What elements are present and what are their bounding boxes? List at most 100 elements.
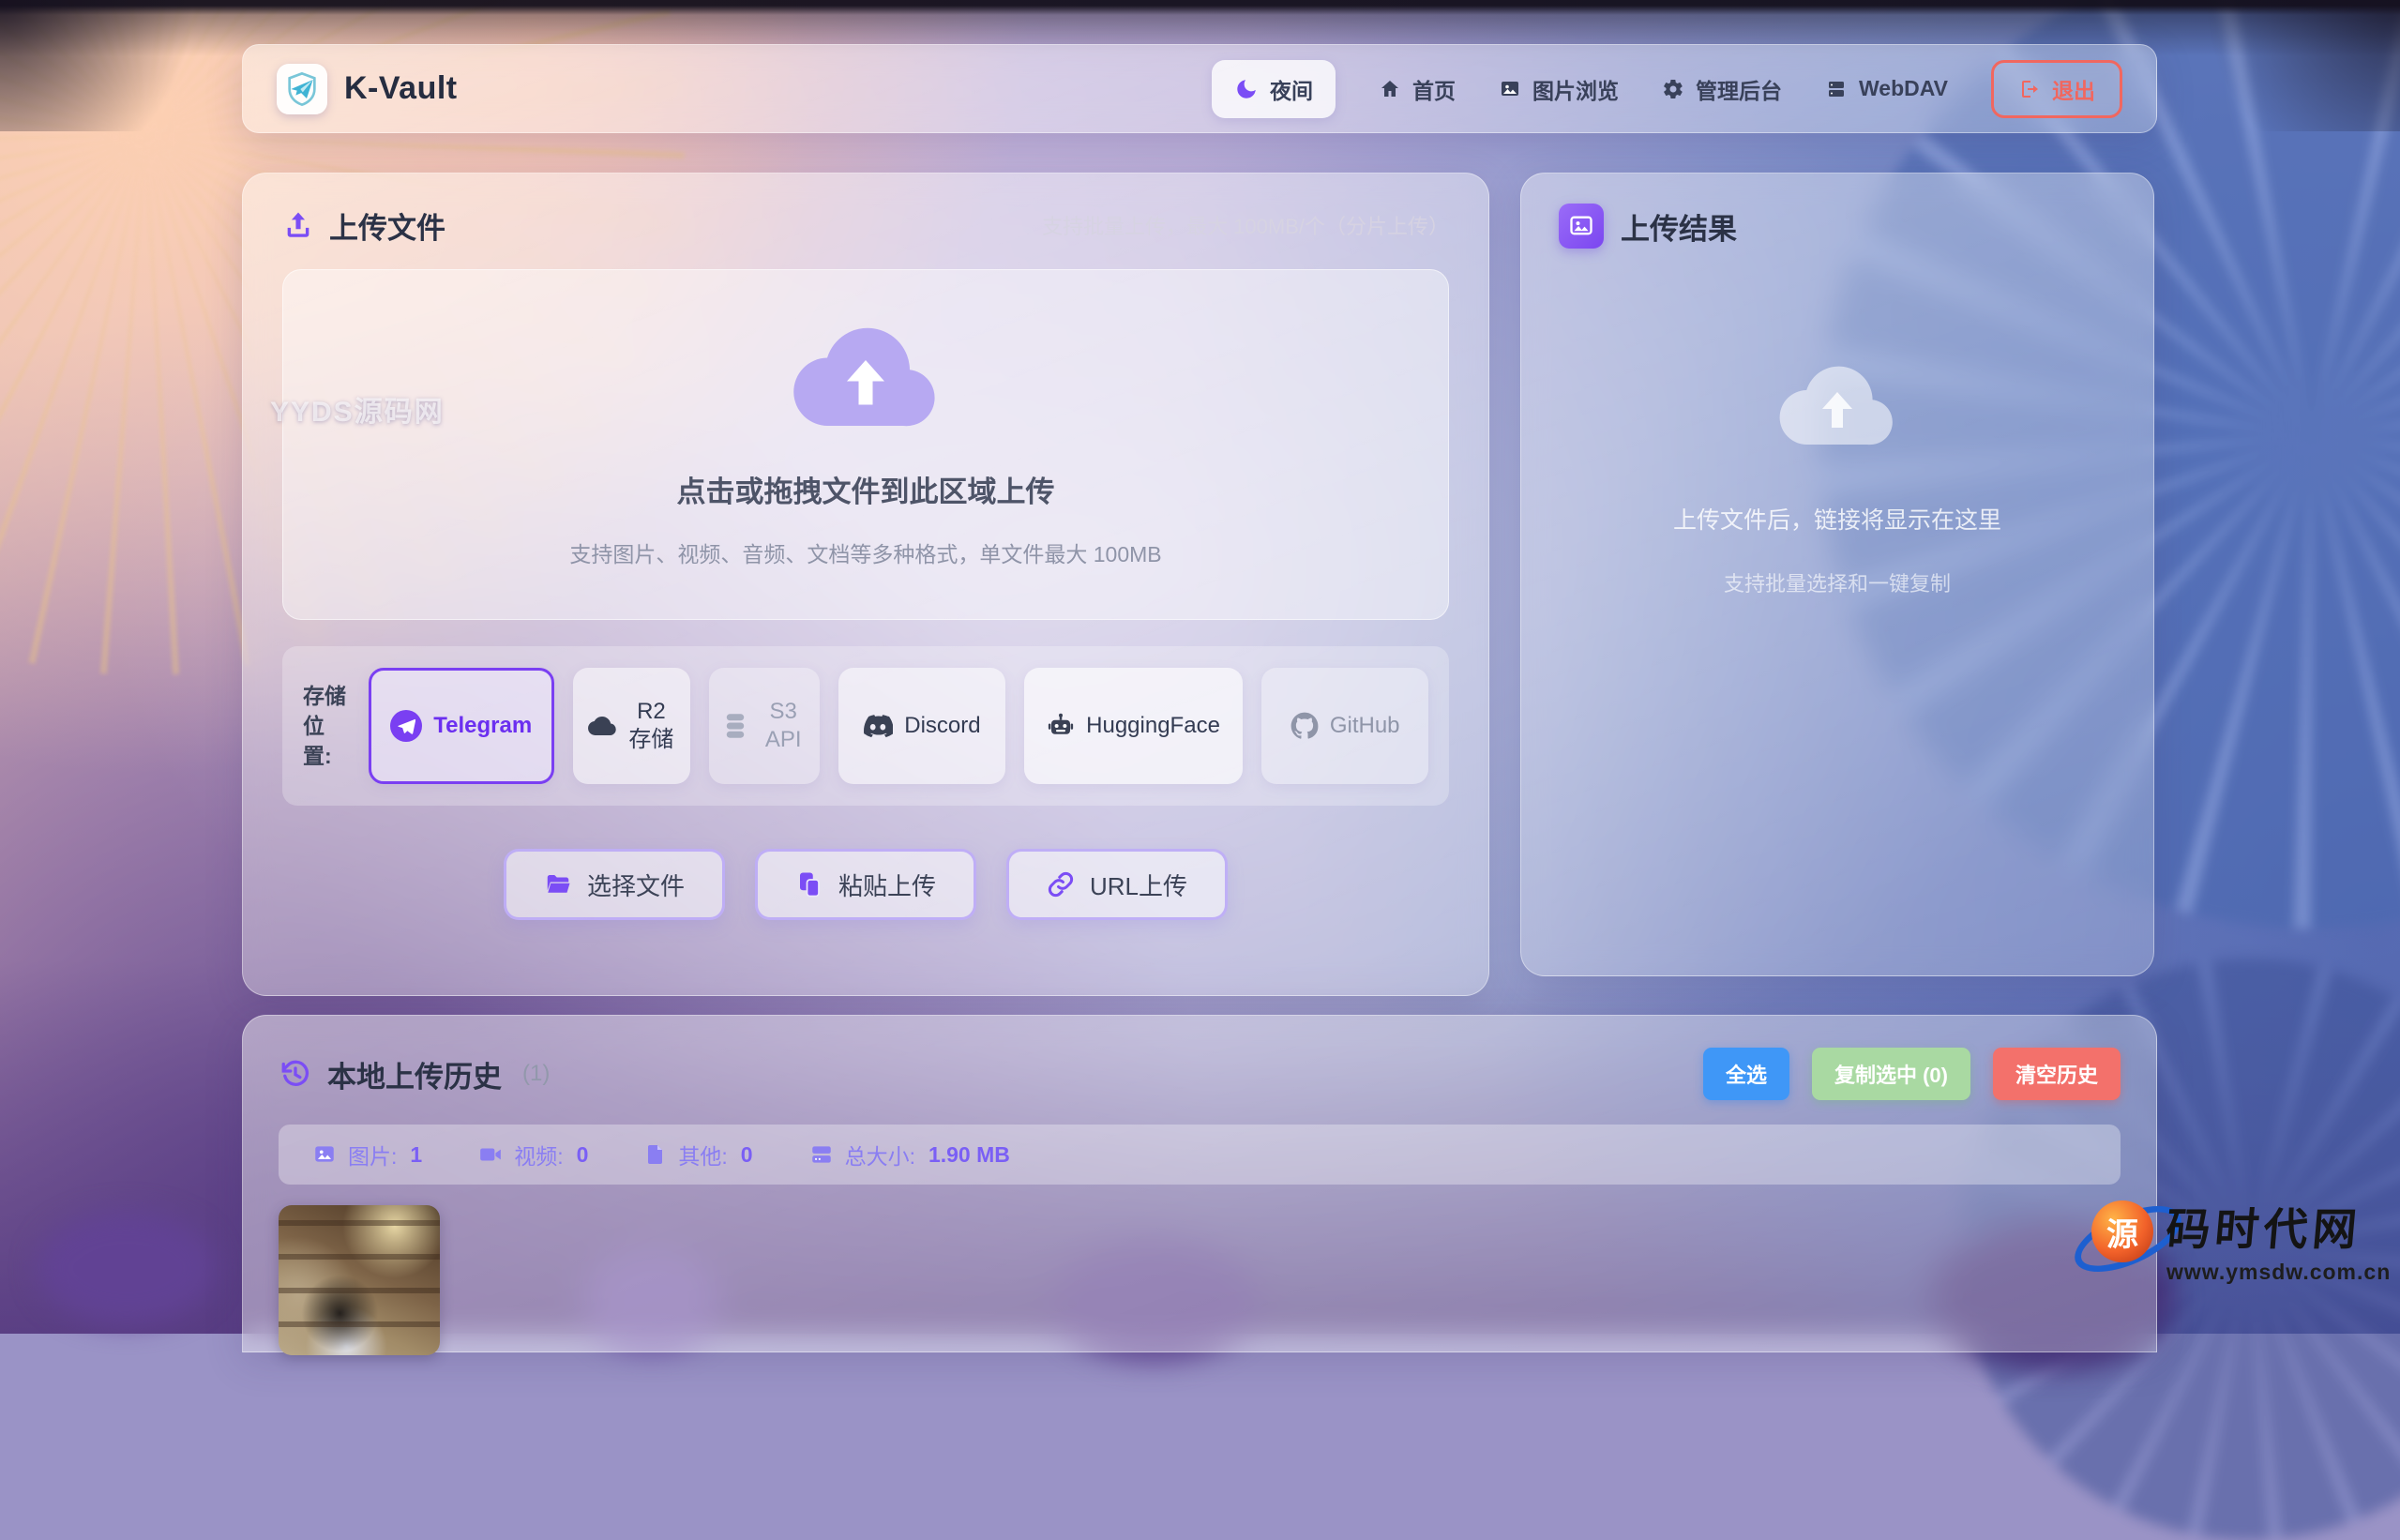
history-title: 本地上传历史 xyxy=(327,1053,502,1095)
stat-label: 其他: xyxy=(678,1139,727,1170)
github-icon xyxy=(1291,712,1319,740)
stat-others: 其他: 0 xyxy=(644,1139,752,1170)
brand: K-Vault xyxy=(277,64,458,114)
watermark-yyds: YYDS源码网 xyxy=(270,388,445,430)
storage-selector: 存储位置: Telegram R2 存储 S3 API Discord xyxy=(282,646,1449,806)
main-nav: 夜间 首页 图片浏览 管理后台 WebDAV xyxy=(1212,60,2122,118)
telegram-icon xyxy=(390,710,422,742)
stat-label: 视频: xyxy=(514,1139,563,1170)
video-icon xyxy=(478,1142,503,1167)
history-buttons: 全选 复制选中 (0) 清空历史 xyxy=(1703,1048,2121,1100)
header: K-Vault 夜间 首页 图片浏览 管理后台 xyxy=(242,44,2157,133)
nav-label: 管理后台 xyxy=(1696,73,1782,105)
app-logo xyxy=(277,64,327,114)
nav-label: 首页 xyxy=(1412,73,1456,105)
file-icon xyxy=(644,1142,667,1167)
watermark-site-url: www.ymsdw.com.cn xyxy=(2166,1260,2391,1285)
logout-button[interactable]: 退出 xyxy=(1991,60,2122,118)
history-count: (1) xyxy=(522,1061,550,1087)
action-label: 选择文件 xyxy=(587,868,685,902)
history-header: 本地上传历史 (1) 全选 复制选中 (0) 清空历史 xyxy=(279,1048,2121,1100)
moon-icon xyxy=(1234,77,1259,101)
results-empty-line2: 支持批量选择和一键复制 xyxy=(1724,567,1951,597)
results-card: 上传结果 上传文件后，链接将显示在这里 支持批量选择和一键复制 xyxy=(1520,173,2154,976)
file-dropzone[interactable]: 点击或拖拽文件到此区域上传 支持图片、视频、音频、文档等多种格式，单文件最大 1… xyxy=(282,269,1449,620)
storage-option-telegram[interactable]: Telegram xyxy=(369,668,554,784)
storage-option-label: Telegram xyxy=(433,713,532,739)
copy-selected-button[interactable]: 复制选中 (0) xyxy=(1812,1048,1970,1100)
nav-night-mode[interactable]: 夜间 xyxy=(1212,60,1336,118)
server-icon xyxy=(1825,78,1848,100)
discord-icon xyxy=(863,714,893,738)
link-icon xyxy=(1047,870,1075,898)
storage-option-discord[interactable]: Discord xyxy=(838,668,1005,784)
cloud-upload-icon xyxy=(791,322,941,436)
watermark-ymsdw: 源 码时代网 www.ymsdw.com.cn xyxy=(2084,1193,2365,1285)
nav-home[interactable]: 首页 xyxy=(1379,73,1456,105)
storage-option-label: R2 存储 xyxy=(627,698,674,754)
stat-total-size: 总大小: 1.90 MB xyxy=(809,1139,1010,1170)
upload-title: 上传文件 xyxy=(329,204,445,247)
upload-hint: 支持批量上传，最大 100MB/个（分片上传） xyxy=(1042,210,1449,240)
storage-option-r2[interactable]: R2 存储 xyxy=(573,668,691,784)
storage-label: 存储位置: xyxy=(303,681,350,772)
upload-actions: 选择文件 粘贴上传 URL上传 xyxy=(282,849,1449,920)
history-stats-bar: 图片: 1 视频: 0 其他: 0 总大小: 1.90 MB xyxy=(279,1125,2121,1185)
select-all-button[interactable]: 全选 xyxy=(1703,1048,1789,1100)
image-icon xyxy=(312,1142,337,1167)
history-icon xyxy=(279,1057,312,1091)
storage-option-huggingface[interactable]: HuggingFace xyxy=(1024,668,1244,784)
choose-file-button[interactable]: 选择文件 xyxy=(504,849,725,920)
nav-label: 图片浏览 xyxy=(1532,73,1619,105)
stat-images: 图片: 1 xyxy=(312,1139,422,1170)
nav-label: WebDAV xyxy=(1859,76,1948,101)
results-title: 上传结果 xyxy=(1621,205,1737,248)
storage-option-label: HuggingFace xyxy=(1086,713,1220,739)
stat-value: 0 xyxy=(577,1142,589,1168)
stat-videos: 视频: 0 xyxy=(478,1139,588,1170)
storage-option-label: S3 API xyxy=(760,698,807,754)
gear-icon xyxy=(1662,78,1684,100)
images-icon xyxy=(1499,78,1521,100)
paste-icon xyxy=(795,870,823,898)
history-thumbnail[interactable] xyxy=(279,1205,440,1355)
shield-paperplane-icon xyxy=(283,70,321,108)
results-empty-state: 上传文件后，链接将显示在这里 支持批量选择和一键复制 xyxy=(1559,361,2116,597)
results-header: 上传结果 xyxy=(1559,204,2116,249)
url-upload-button[interactable]: URL上传 xyxy=(1006,849,1228,920)
watermark-site-name: 码时代网 xyxy=(2164,1193,2393,1258)
clear-history-button[interactable]: 清空历史 xyxy=(1993,1048,2121,1100)
upload-card: 上传文件 支持批量上传，最大 100MB/个（分片上传） 点击或拖拽文件到此区域… xyxy=(242,173,1489,996)
home-icon xyxy=(1379,78,1401,100)
stat-value: 1.90 MB xyxy=(928,1142,1010,1168)
results-empty-line1: 上传文件后，链接将显示在这里 xyxy=(1673,502,2001,536)
top-left-shadow xyxy=(0,0,244,131)
cloud-icon xyxy=(588,712,616,740)
nav-label: 夜间 xyxy=(1270,73,1313,105)
folder-open-icon xyxy=(544,870,572,898)
upload-card-header: 上传文件 支持批量上传，最大 100MB/个（分片上传） xyxy=(282,198,1449,252)
storage-option-label: Discord xyxy=(904,713,980,739)
globe-logo-icon: 源 xyxy=(2084,1193,2161,1270)
action-label: 粘贴上传 xyxy=(838,868,936,902)
database-icon xyxy=(722,712,748,740)
nav-label: 退出 xyxy=(2052,73,2095,105)
nav-image-browse[interactable]: 图片浏览 xyxy=(1499,73,1619,105)
stat-label: 图片: xyxy=(348,1139,397,1170)
nav-webdav[interactable]: WebDAV xyxy=(1825,76,1948,101)
history-card: 本地上传历史 (1) 全选 复制选中 (0) 清空历史 图片: 1 视频: 0 xyxy=(242,1015,2157,1352)
storage-option-github[interactable]: GitHub xyxy=(1261,668,1428,784)
paste-upload-button[interactable]: 粘贴上传 xyxy=(755,849,976,920)
background-flower xyxy=(38,1212,216,1324)
storage-option-s3[interactable]: S3 API xyxy=(709,668,820,784)
nav-admin[interactable]: 管理后台 xyxy=(1662,73,1782,105)
dropzone-subtitle: 支持图片、视频、音频、文档等多种格式，单文件最大 100MB xyxy=(569,536,1161,568)
robot-icon xyxy=(1047,712,1075,740)
logout-icon xyxy=(2018,78,2041,100)
storage-icon xyxy=(809,1142,834,1167)
dropzone-title: 点击或拖拽文件到此区域上传 xyxy=(677,468,1055,510)
action-label: URL上传 xyxy=(1090,868,1187,902)
upload-tray-icon xyxy=(282,209,314,241)
stat-value: 0 xyxy=(741,1142,753,1168)
top-right-shadow xyxy=(2156,0,2400,131)
